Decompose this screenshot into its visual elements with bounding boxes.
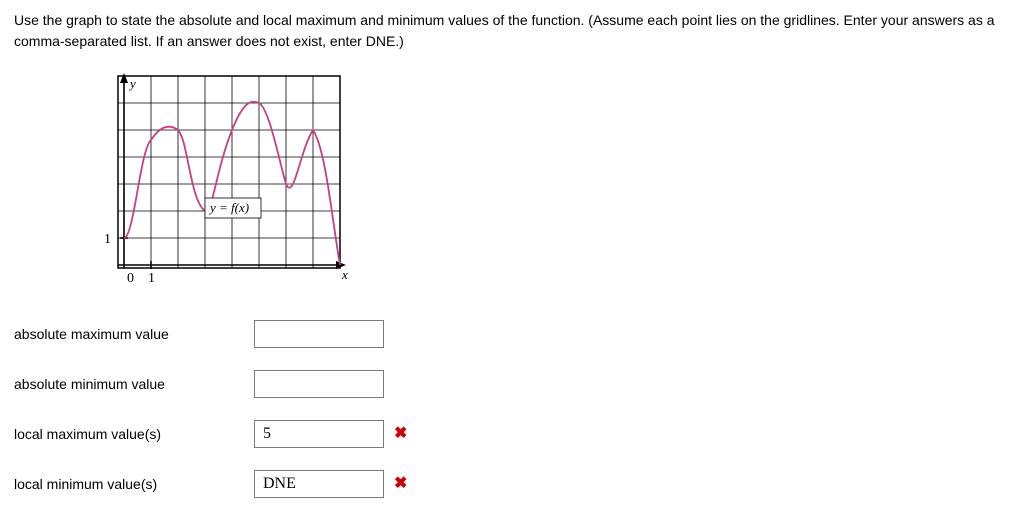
loc-min-label: local minimum value(s): [14, 476, 254, 492]
y-tick-1: 1: [104, 232, 111, 247]
x-axis-label: x: [341, 267, 348, 282]
wrong-icon: ✖: [394, 426, 424, 442]
answers-grid: absolute maximum value absolute minimum …: [14, 320, 1010, 498]
loc-min-input[interactable]: [254, 470, 384, 498]
x-origin: 0: [127, 271, 134, 286]
abs-min-input[interactable]: [254, 370, 384, 398]
graph-svg: y x 1 0 1 y = f(x): [94, 70, 354, 295]
abs-min-label: absolute minimum value: [14, 376, 254, 392]
abs-max-input[interactable]: [254, 320, 384, 348]
wrong-icon: ✖: [394, 476, 424, 492]
y-axis-label: y: [128, 76, 136, 91]
x-tick-1: 1: [148, 271, 155, 286]
abs-max-label: absolute maximum value: [14, 326, 254, 342]
loc-max-input[interactable]: [254, 420, 384, 448]
function-label: y = f(x): [208, 200, 249, 215]
function-graph: y x 1 0 1 y = f(x): [94, 70, 1010, 298]
question-text: Use the graph to state the absolute and …: [14, 10, 1010, 52]
loc-max-label: local maximum value(s): [14, 426, 254, 442]
